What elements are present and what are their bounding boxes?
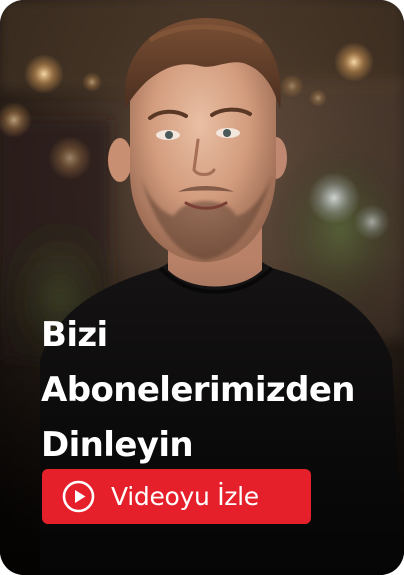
play-circle-icon <box>62 480 95 513</box>
watch-video-button[interactable]: Videoyu İzle <box>42 469 311 524</box>
watch-video-label: Videoyu İzle <box>111 482 259 511</box>
headline-line-2: Abonelerimizden <box>41 370 355 410</box>
headline: Bizi Abonelerimizden Dinleyin <box>41 308 355 473</box>
headline-line-3: Dinleyin <box>41 425 194 465</box>
video-promo-card[interactable]: Bizi Abonelerimizden Dinleyin Videoyu İz… <box>0 0 404 575</box>
headline-line-1: Bizi <box>41 315 108 355</box>
